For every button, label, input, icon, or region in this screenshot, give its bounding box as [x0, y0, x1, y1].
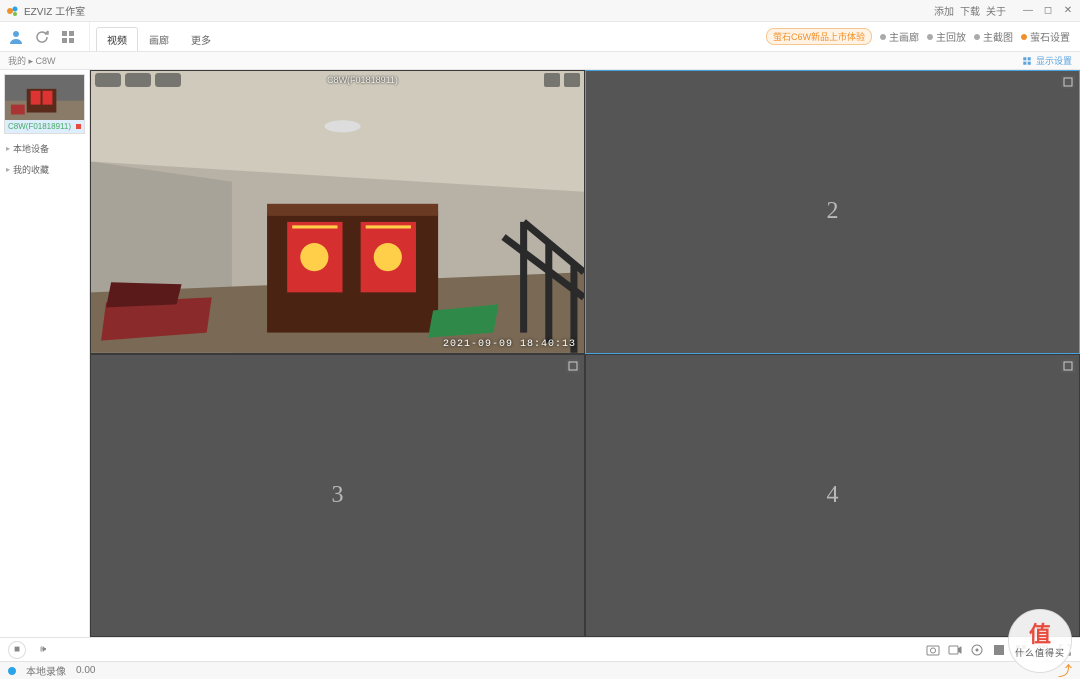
osd-camera-name: C8W(F01818911) [327, 75, 398, 85]
layout9-icon[interactable] [1036, 643, 1050, 657]
osd-icon [564, 73, 580, 87]
grid-cell-1[interactable]: C8W(F01818911) 2021-09-09 18:40:13 [90, 70, 585, 354]
expand-icon[interactable] [1061, 359, 1075, 373]
camera-thumbnail[interactable]: C8W(F01818911) [4, 74, 85, 134]
brand-icon: ⤴ [1058, 661, 1072, 681]
grid-icon[interactable] [60, 29, 76, 45]
grid-cell-2[interactable]: 2 [585, 70, 1080, 354]
titlebar-right: 添加 下载 关于 — ◻ ✕ [934, 3, 1074, 18]
osd-icon [95, 73, 121, 87]
tab-more[interactable]: 更多 [180, 27, 222, 51]
breadcrumb: 我的 ▸ C8W [8, 54, 56, 67]
rec-indicator-icon [76, 124, 81, 129]
control-bar: ■ 🕪 [0, 637, 1080, 661]
osd-timestamp: 2021-09-09 18:40:13 [443, 339, 576, 350]
thumb-caption: C8W(F01818911) [8, 122, 71, 131]
maximize-button[interactable]: ◻ [1042, 5, 1054, 17]
promo-badge[interactable]: 萤石C6W新品上市体验 [766, 28, 872, 45]
titlebar-item[interactable]: 关于 [986, 3, 1006, 18]
link-gallery[interactable]: 主画廊 [880, 29, 919, 44]
status-dot-icon [8, 667, 16, 675]
sidebar: C8W(F01818911) 本地设备 我的收藏 [0, 70, 90, 637]
tabs: 视频 画廊 更多 [90, 22, 222, 51]
cell-number: 4 [827, 482, 839, 509]
sidebar-item-local[interactable]: 本地设备 [0, 138, 89, 159]
expand-icon[interactable] [566, 359, 580, 373]
osd-icon [125, 73, 151, 87]
ptz-icon[interactable] [970, 643, 984, 657]
status-value: 0.00 [76, 665, 95, 676]
tab-video[interactable]: 视频 [96, 27, 138, 51]
app-title: EZVIZ 工作室 [24, 3, 85, 18]
record-icon[interactable] [948, 643, 962, 657]
title-bar: EZVIZ 工作室 添加 下载 关于 — ◻ ✕ [0, 0, 1080, 22]
grid-cell-4[interactable]: 4 [585, 354, 1080, 637]
expand-icon[interactable] [1061, 75, 1075, 89]
toolbar: 视频 画廊 更多 萤石C6W新品上市体验 主画廊 主回放 主截图 萤石设置 [0, 22, 1080, 52]
audio-icon[interactable]: 🕪 [34, 641, 52, 659]
cell-number: 3 [332, 482, 344, 509]
link-snapshot[interactable]: 主截图 [974, 29, 1013, 44]
layout4-icon[interactable] [1014, 643, 1028, 657]
app-logo-icon [6, 4, 20, 18]
main-area: C8W(F01818911) 本地设备 我的收藏 [0, 70, 1080, 637]
status-text: 本地录像 [26, 663, 66, 678]
video-grid: C8W(F01818911) 2021-09-09 18:40:13 2 3 4 [90, 70, 1080, 637]
user-icon[interactable] [8, 29, 24, 45]
titlebar-item[interactable]: 添加 [934, 3, 954, 18]
status-bar: 本地录像 0.00 ⤴ [0, 661, 1080, 679]
osd-top: C8W(F01818911) [91, 73, 584, 87]
sidebar-item-fav[interactable]: 我的收藏 [0, 159, 89, 180]
osd-icon [155, 73, 181, 87]
crumb-bar: 我的 ▸ C8W 显示设置 [0, 52, 1080, 70]
link-settings[interactable]: 萤石设置 [1021, 29, 1070, 44]
tab-gallery[interactable]: 画廊 [138, 27, 180, 51]
osd-icon [544, 73, 560, 87]
display-settings-link[interactable]: 显示设置 [1022, 54, 1072, 67]
minimize-button[interactable]: — [1022, 5, 1034, 17]
refresh-icon[interactable] [34, 29, 50, 45]
titlebar-item[interactable]: 下载 [960, 3, 980, 18]
fullscreen-icon[interactable] [1058, 643, 1072, 657]
grid-cell-3[interactable]: 3 [90, 354, 585, 637]
stop-button[interactable]: ■ [8, 641, 26, 659]
close-button[interactable]: ✕ [1062, 5, 1074, 17]
link-playback[interactable]: 主回放 [927, 29, 966, 44]
snapshot-icon[interactable] [926, 643, 940, 657]
layout1-icon[interactable] [992, 643, 1006, 657]
cell-number: 2 [827, 198, 839, 225]
